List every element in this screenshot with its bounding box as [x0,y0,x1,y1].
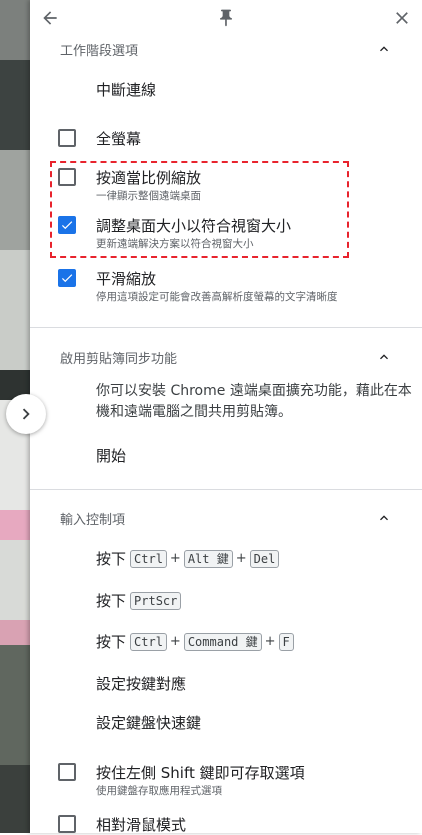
section-divider [30,489,422,490]
hold-shift-checkbox[interactable] [58,763,76,781]
close-icon[interactable] [388,6,416,30]
hold-shift-description: 使用鍵盤存取應用程式選項 [96,785,222,797]
key-alt: Alt 鍵 [183,549,233,568]
checkmark-icon [61,274,73,283]
plus-sign: + [169,551,181,566]
plus-sign: + [264,634,276,649]
plus-sign: + [169,634,181,649]
panel-toolbar [30,0,422,36]
chevron-up-icon [380,515,388,521]
resize-to-fit-label: 調整桌面大小以符合視窗大小 [96,217,292,235]
disconnect-button[interactable]: 中斷連線 [96,79,156,100]
chevron-up-icon [380,354,388,360]
fullscreen-checkbox[interactable] [58,129,76,147]
clipboard-description: 你可以安裝 Chrome 遠端桌面擴充功能，藉此在本機和遠端電腦之間共用剪貼簿。 [96,383,412,420]
configure-shortcuts-button[interactable]: 設定鍵盤快速鍵 [96,712,201,733]
press-label: 按下 [96,592,127,610]
section-title-session: 工作階段選項 [60,44,139,59]
key-prtscr: PrtScr [130,591,182,610]
section-header-session[interactable]: 工作階段選項 [30,34,422,64]
section-title-clipboard: 啟用剪貼簿同步功能 [60,352,178,367]
smooth-scaling-checkbox[interactable] [58,269,76,287]
shrink-to-fit-label: 按適當比例縮放 [96,169,202,187]
smooth-scaling-label: 平滑縮放 [96,270,157,288]
hold-shift-label: 按住左側 Shift 鍵即可存取選項 [96,764,305,782]
send-ctrl-command-f-button[interactable]: 按下 Ctrl + Command 鍵 + F [96,631,294,652]
arrow-back-icon[interactable] [36,6,64,30]
configure-key-mapping-button[interactable]: 設定按鍵對應 [96,673,186,694]
relative-mouse-checkbox[interactable] [58,815,76,833]
key-f: F [278,632,294,651]
resize-to-fit-checkbox[interactable] [58,216,76,234]
shrink-to-fit-checkbox[interactable] [58,168,76,186]
section-divider [30,327,422,328]
pin-icon[interactable] [212,6,240,30]
section-header-input[interactable]: 輸入控制項 [30,503,422,533]
send-ctrl-alt-del-button[interactable]: 按下 Ctrl + Alt 鍵 + Del [96,548,280,569]
key-ctrl: Ctrl [130,549,167,568]
key-ctrl: Ctrl [130,632,167,651]
resize-to-fit-description: 更新遠端解決方案以符合視窗大小 [96,238,254,250]
key-command: Command 鍵 [183,632,262,651]
relative-mouse-label: 相對滑鼠模式 [96,816,187,834]
checkmark-icon [61,221,73,230]
clipboard-start-button[interactable]: 開始 [96,445,126,466]
smooth-scaling-description: 停用這項設定可能會改善高解析度螢幕的文字清晰度 [96,291,338,303]
fullscreen-label: 全螢幕 [96,130,142,148]
plus-sign: + [235,551,247,566]
press-label: 按下 [96,633,127,651]
send-prtscr-button[interactable]: 按下 PrtScr [96,590,182,611]
section-title-input: 輸入控制項 [60,513,126,528]
press-label: 按下 [96,550,127,568]
chevron-up-icon [380,46,388,52]
chevron-right-icon [22,408,30,420]
key-del: Del [249,549,280,568]
session-options-panel: 工作階段選項 中斷連線 全螢幕 按適當比例縮放 一律顯示整個遠端桌面 調整桌面大… [30,0,422,834]
panel-toggle-tab[interactable] [6,394,46,434]
shrink-to-fit-description: 一律顯示整個遠端桌面 [96,190,201,202]
section-header-clipboard[interactable]: 啟用剪貼簿同步功能 [30,342,422,372]
